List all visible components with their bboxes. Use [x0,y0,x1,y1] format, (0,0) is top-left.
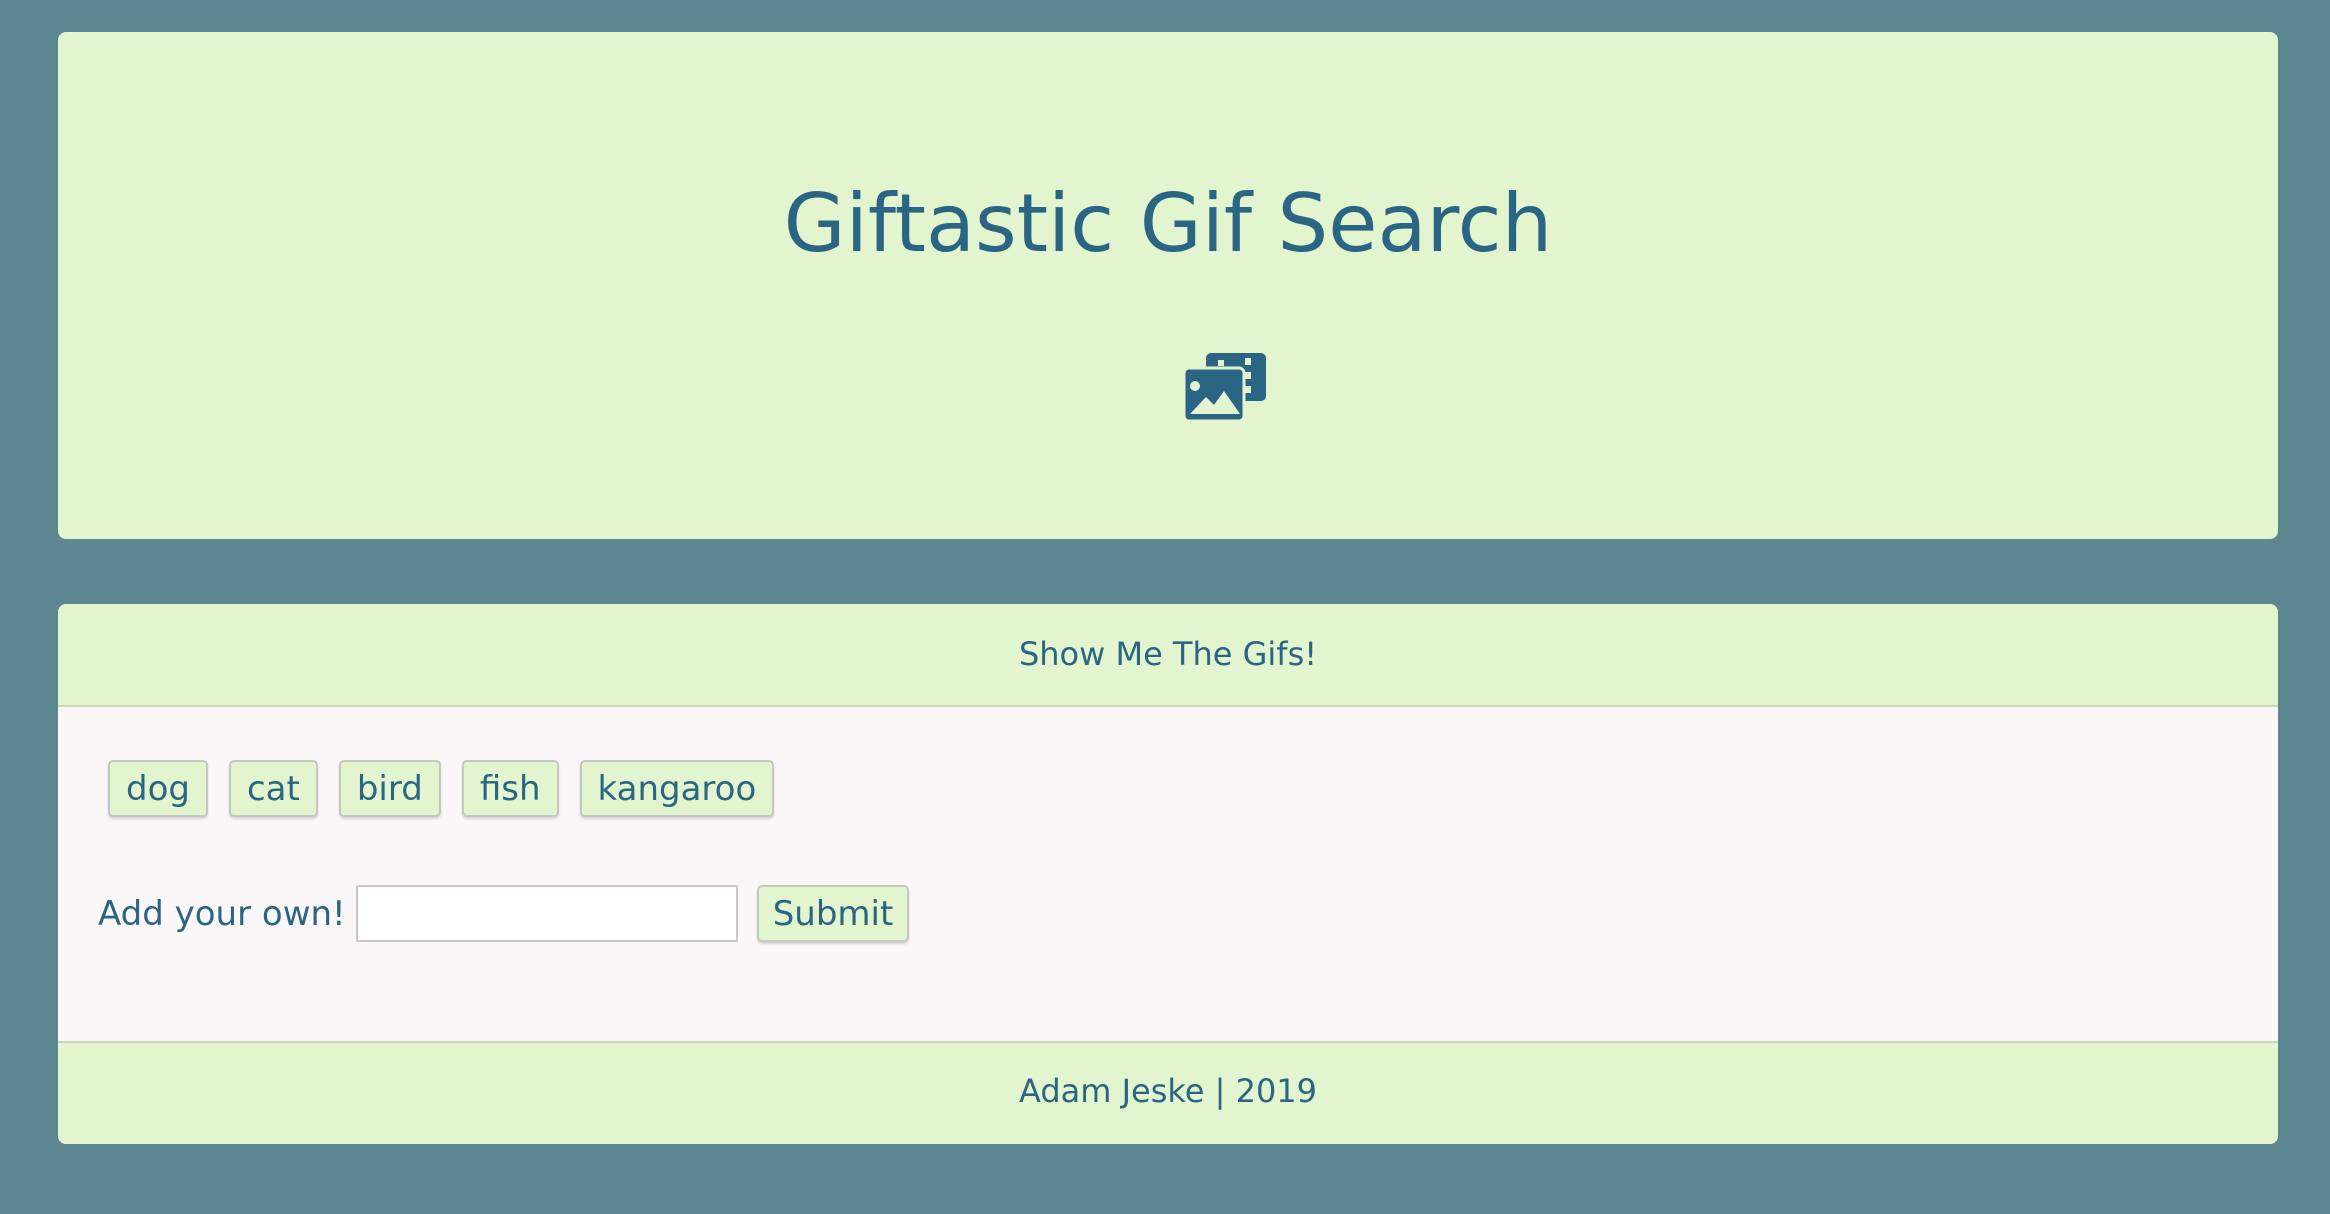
add-topic-form: Add your own! Submit [98,885,910,942]
add-topic-label: Add your own! [98,893,346,934]
panel-body: dog cat bird fish kangaroo Add your own!… [58,707,2278,1041]
page-title: Giftastic Gif Search [783,177,1553,270]
submit-button[interactable]: Submit [756,885,910,942]
header-jumbotron: Giftastic Gif Search [58,32,2278,539]
topic-button-bird[interactable]: bird [338,760,441,817]
page: { "colors": { "page_background": "#5d879… [0,0,2330,1214]
panel-footer: Adam Jeske | 2019 [58,1041,2278,1144]
topic-button-fish[interactable]: fish [461,760,559,817]
topic-button-kangaroo[interactable]: kangaroo [579,760,775,817]
topic-button-dog[interactable]: dog [108,760,208,817]
photo-video-icon [1184,353,1266,421]
panel-heading: Show Me The Gifs! [58,604,2278,707]
topic-button-cat[interactable]: cat [228,760,318,817]
gif-panel: Show Me The Gifs! dog cat bird fish kang… [58,604,2278,1144]
topic-button-list: dog cat bird fish kangaroo [108,760,775,817]
add-topic-input[interactable] [355,885,738,942]
